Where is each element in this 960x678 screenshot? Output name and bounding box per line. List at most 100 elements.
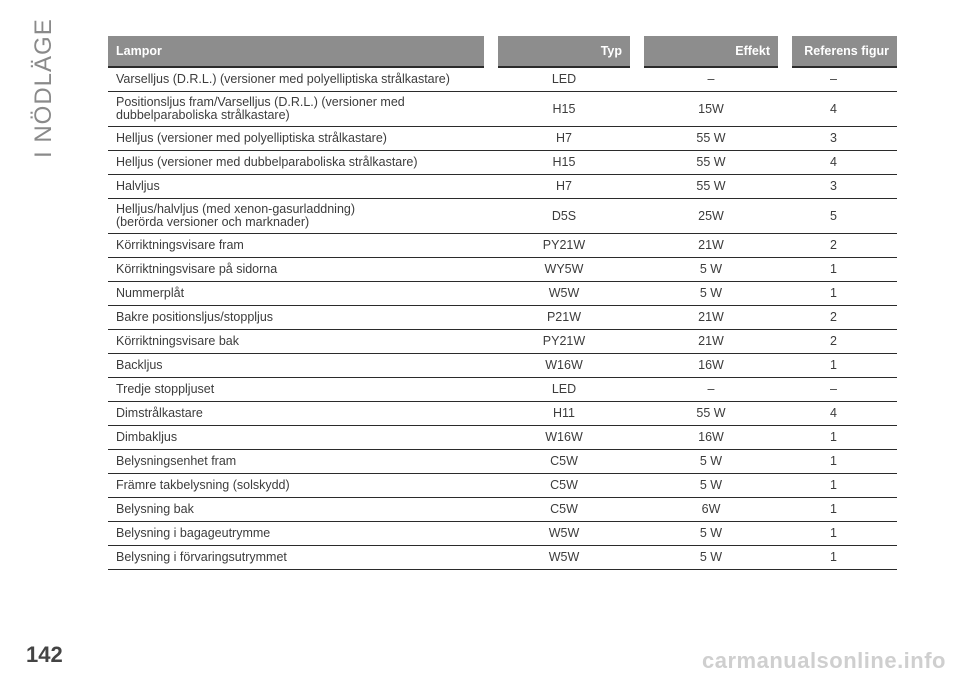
cell-lamp: Helljus/halvljus (med xenon-gasurladdnin… [108, 198, 491, 234]
cell-lamp: Belysning bak [108, 497, 491, 522]
cell-ref: 4 [785, 150, 897, 175]
table-row: Körriktningsvisare fram PY21W 21W 2 [108, 233, 897, 258]
cell-lamp: Bakre positionsljus/stoppljus [108, 305, 491, 330]
table-row: Dimbakljus W16W 16W 1 [108, 425, 897, 450]
table-row: Helljus/halvljus (med xenon-gasurladdnin… [108, 198, 897, 234]
cell-lamp: Körriktningsvisare fram [108, 233, 491, 258]
bulb-table: Lampor Typ Effekt Referens figur Varsell… [108, 36, 897, 570]
cell-type: W5W [491, 545, 637, 570]
cell-ref: 1 [785, 281, 897, 306]
cell-type: H7 [491, 174, 637, 199]
table-row: Varselljus (D.R.L.) (versioner med polye… [108, 66, 897, 92]
cell-type: H7 [491, 126, 637, 151]
cell-lamp: Varselljus (D.R.L.) (versioner med polye… [108, 66, 491, 92]
page-number: 142 [26, 642, 63, 667]
table-row: Helljus (versioner med dubbelparaboliska… [108, 150, 897, 175]
table-row: Belysning bak C5W 6W 1 [108, 497, 897, 522]
table-row: Halvljus H7 55 W3 [108, 174, 897, 199]
table-row: Nummerplåt W5W 5 W1 [108, 281, 897, 306]
cell-type: W5W [491, 281, 637, 306]
cell-power: 55 W [637, 174, 785, 199]
cell-lamp: Främre takbelysning (solskydd) [108, 473, 491, 498]
cell-ref: 1 [785, 425, 897, 450]
cell-power: 5 W [637, 473, 785, 498]
table-row: Belysningsenhet fram C5W 5 W1 [108, 449, 897, 474]
cell-ref: 2 [785, 305, 897, 330]
cell-power: 5 W [637, 281, 785, 306]
table-row: Positionsljus fram/Varselljus (D.R.L.) (… [108, 91, 897, 127]
cell-type: LED [491, 377, 637, 402]
cell-power: 5 W [637, 449, 785, 474]
cell-lamp: Körriktningsvisare på sidorna [108, 257, 491, 282]
header-power: Effekt [637, 36, 792, 67]
cell-ref: 3 [785, 126, 897, 151]
cell-lamp: Belysningsenhet fram [108, 449, 491, 474]
table-row: Belysning i bagageutrymme W5W 5 W1 [108, 521, 897, 546]
cell-lamp: Positionsljus fram/Varselljus (D.R.L.) (… [108, 91, 491, 127]
cell-lamp: Körriktningsvisare bak [108, 329, 491, 354]
watermark: carmanualsonline.info [702, 648, 946, 673]
cell-ref: – [785, 66, 897, 92]
cell-power: 55 W [637, 126, 785, 151]
header-type: Typ [491, 36, 644, 67]
table-row: Körriktningsvisare på sidorna WY5W 5 W1 [108, 257, 897, 282]
cell-ref: 4 [785, 91, 897, 127]
cell-power: 16W [637, 425, 785, 450]
table-row: Bakre positionsljus/stoppljus P21W 21W 2 [108, 305, 897, 330]
cell-power: 16W [637, 353, 785, 378]
cell-type: W16W [491, 353, 637, 378]
table-row: Belysning i förvaringsutrymmet W5W 5 W1 [108, 545, 897, 570]
cell-ref: 1 [785, 257, 897, 282]
cell-ref: 1 [785, 521, 897, 546]
cell-lamp: Belysning i bagageutrymme [108, 521, 491, 546]
cell-lamp: Helljus (versioner med dubbelparaboliska… [108, 150, 491, 175]
cell-type: D5S [491, 198, 637, 234]
cell-type: H11 [491, 401, 637, 426]
cell-power: – [637, 377, 785, 402]
cell-power: 5 W [637, 521, 785, 546]
cell-type: H15 [491, 91, 637, 127]
cell-lamp: Dimbakljus [108, 425, 491, 450]
table-header-row: Lampor Typ Effekt Referens figur [108, 36, 897, 67]
cell-power: 21W [637, 305, 785, 330]
table-row: Backljus W16W 16W 1 [108, 353, 897, 378]
cell-lamp: Nummerplåt [108, 281, 491, 306]
cell-lamp: Helljus (versioner med polyelliptiska st… [108, 126, 491, 151]
cell-power: 15W [637, 91, 785, 127]
cell-ref: 1 [785, 473, 897, 498]
cell-ref: 1 [785, 497, 897, 522]
cell-type: PY21W [491, 329, 637, 354]
cell-power: 6W [637, 497, 785, 522]
cell-power: – [637, 66, 785, 92]
cell-power: 5 W [637, 257, 785, 282]
cell-ref: 4 [785, 401, 897, 426]
cell-lamp: Dimstrålkastare [108, 401, 491, 426]
table-body: Varselljus (D.R.L.) (versioner med polye… [108, 66, 897, 570]
cell-type: P21W [491, 305, 637, 330]
cell-lamp: Belysning i förvaringsutrymmet [108, 545, 491, 570]
cell-power: 55 W [637, 401, 785, 426]
cell-type: LED [491, 66, 637, 92]
header-lamp: Lampor [108, 36, 498, 67]
cell-lamp: Backljus [108, 353, 491, 378]
cell-type: C5W [491, 473, 637, 498]
cell-type: W5W [491, 521, 637, 546]
table-row: Främre takbelysning (solskydd) C5W 5 W1 [108, 473, 897, 498]
cell-type: WY5W [491, 257, 637, 282]
cell-type: H15 [491, 150, 637, 175]
cell-ref: 3 [785, 174, 897, 199]
cell-power: 55 W [637, 150, 785, 175]
cell-power: 25W [637, 198, 785, 234]
cell-ref: 1 [785, 449, 897, 474]
cell-lamp: Halvljus [108, 174, 491, 199]
header-ref: Referens figur [785, 36, 897, 67]
section-label: I NÖDLÄGE [22, 18, 82, 158]
cell-power: 21W [637, 329, 785, 354]
cell-power: 5 W [637, 545, 785, 570]
cell-ref: – [785, 377, 897, 402]
table-row: Helljus (versioner med polyelliptiska st… [108, 126, 897, 151]
table-row: Dimstrålkastare H11 55 W4 [108, 401, 897, 426]
cell-ref: 1 [785, 353, 897, 378]
cell-type: C5W [491, 497, 637, 522]
cell-type: C5W [491, 449, 637, 474]
